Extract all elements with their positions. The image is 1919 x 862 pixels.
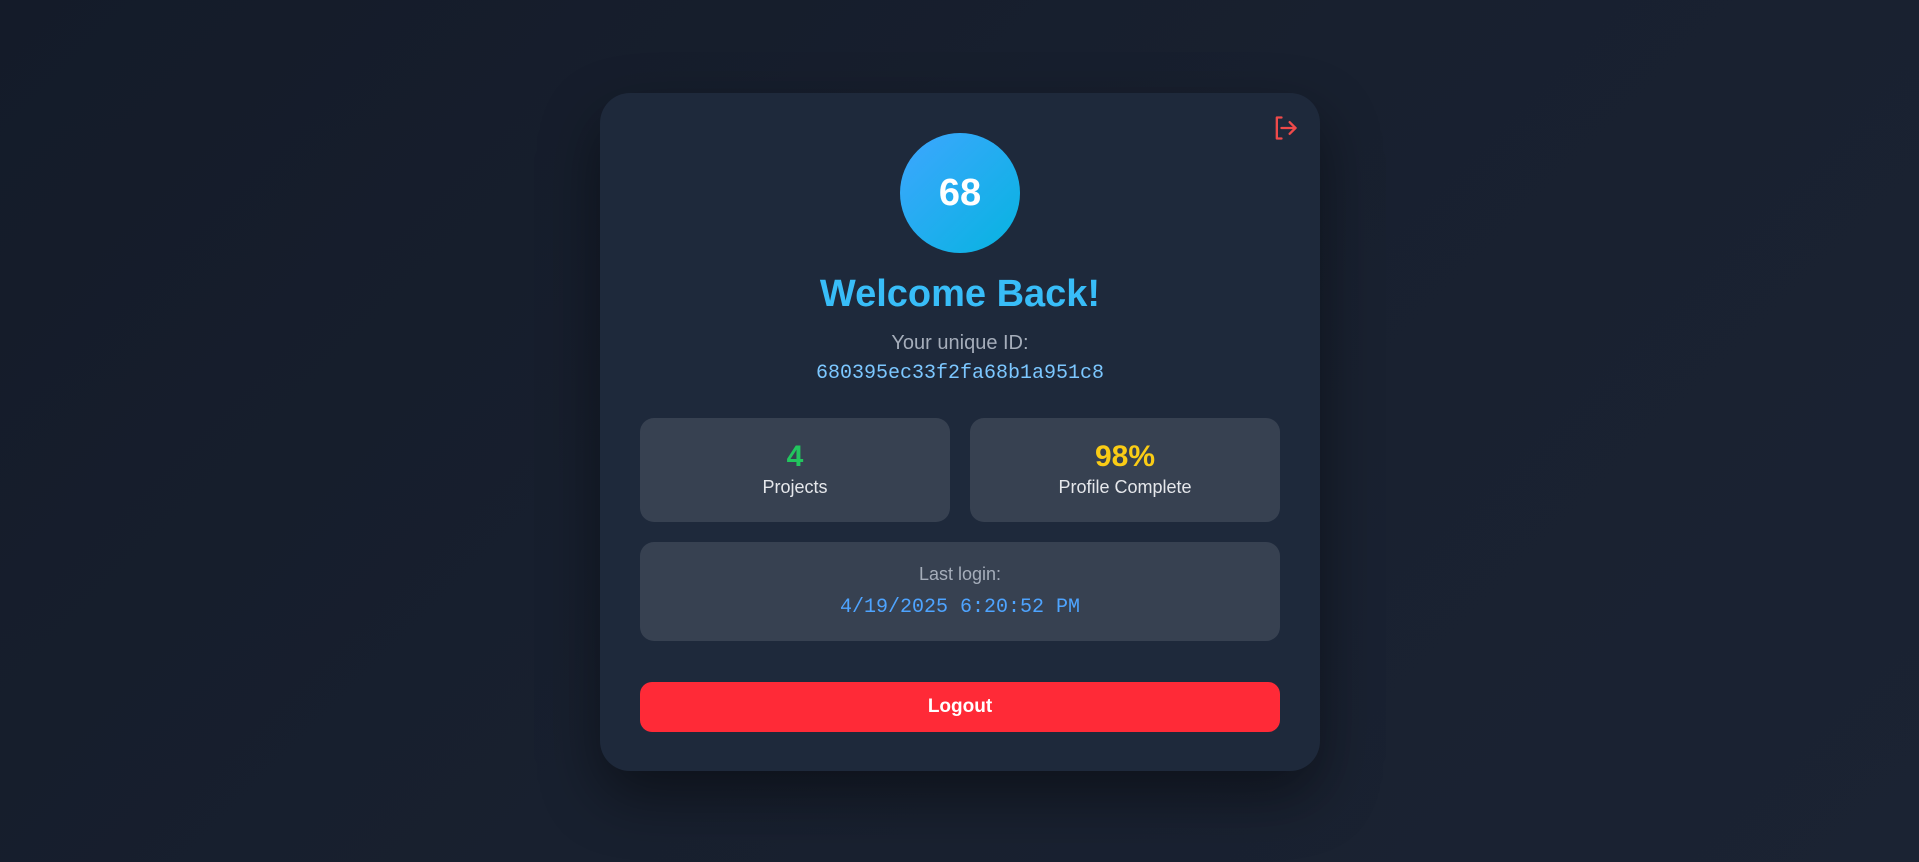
stat-profile-complete: 98% Profile Complete (970, 418, 1280, 522)
last-login-panel: Last login: 4/19/2025 6:20:52 PM (640, 542, 1280, 641)
last-login-label: Last login: (918, 564, 1002, 584)
logout-icon[interactable] (1270, 113, 1300, 143)
stat-projects-value: 4 (786, 440, 804, 473)
stat-projects-label: Projects (762, 477, 828, 497)
profile-card: 68 Welcome Back! Your unique ID: 680395e… (600, 93, 1320, 771)
logout-button[interactable]: Logout (640, 682, 1280, 732)
stat-profile-complete-label: Profile Complete (1058, 477, 1192, 497)
welcome-title: Welcome Back! (819, 273, 1101, 315)
avatar: 68 (900, 133, 1020, 253)
stat-projects: 4 Projects (640, 418, 950, 522)
stat-profile-complete-value: 98% (1094, 440, 1156, 473)
unique-id-value: 680395ec33f2fa68b1a951c8 (815, 362, 1105, 385)
last-login-value: 4/19/2025 6:20:52 PM (839, 596, 1081, 619)
avatar-text: 68 (938, 171, 982, 214)
unique-id-label: Your unique ID: (891, 332, 1029, 354)
